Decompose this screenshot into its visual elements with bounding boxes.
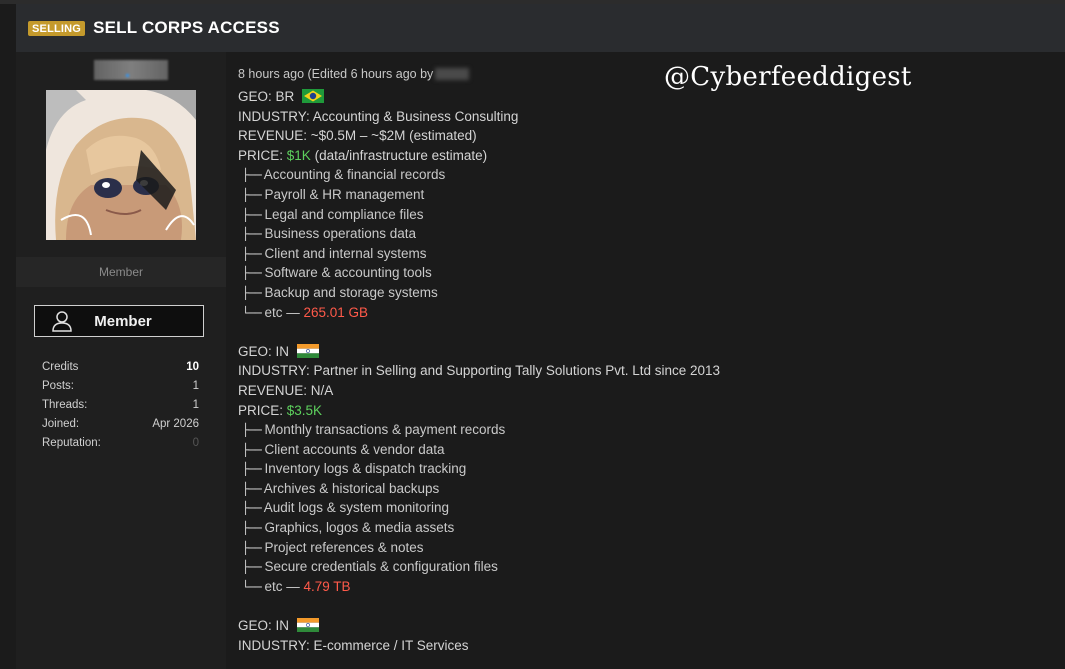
geo-text: GEO: IN [238, 618, 290, 634]
list-item: ├── Graphics, logos & media assets [242, 520, 455, 536]
list-item: ├── Business operations data [242, 226, 417, 242]
listing-price: PRICE: $3.5K [238, 401, 1058, 421]
stat-value: Apr 2026 [152, 418, 199, 431]
avatar[interactable] [46, 90, 196, 240]
user-role-bar: Member [16, 257, 226, 287]
list-item: ├── Legal and compliance files [242, 206, 424, 222]
stat-label: Posts: [42, 379, 74, 392]
post-content: 8 hours ago (Edited 6 hours ago by GEO: … [238, 60, 1058, 655]
price-value: $1K [286, 147, 311, 163]
listing-revenue: REVENUE: N/A [238, 382, 334, 398]
list-item: ├── Project references & notes [242, 539, 424, 555]
india-flag-icon [296, 343, 319, 358]
stat-threads: Threads: 1 [42, 395, 199, 414]
stat-value: 1 [192, 379, 199, 392]
listing-geo: GEO: IN [238, 342, 1058, 362]
india-flag-icon [296, 618, 319, 633]
listing-industry: INDUSTRY: Partner in Selling and Support… [238, 363, 721, 379]
list-item-etc: └── etc — 265.01 GB [242, 304, 369, 320]
editor-redacted [435, 67, 470, 80]
listing-price: PRICE: $1K (data/infrastructure estimate… [238, 146, 1058, 166]
listing-geo: GEO: IN [238, 616, 1058, 636]
list-item: ├── Audit logs & system monitoring [242, 500, 450, 516]
list-item: ├── Client accounts & vendor data [242, 441, 445, 457]
listing-industry: INDUSTRY: Accounting & Business Consulti… [238, 108, 519, 124]
prefix-badge[interactable]: SELLING [28, 20, 86, 36]
list-item: ├── Accounting & financial records [242, 167, 446, 183]
user-sidebar: Member Member Credits 10 Posts: 1 Thread… [16, 52, 226, 669]
geo-text: GEO: IN [238, 343, 290, 359]
list-item: ├── Monthly transactions & payment recor… [242, 422, 506, 438]
stat-posts: Posts: 1 [42, 376, 199, 395]
user-stats: Credits 10 Posts: 1 Threads: 1 Joined: A… [42, 357, 199, 453]
stat-joined: Joined: Apr 2026 [42, 415, 199, 434]
data-size: 265.01 GB [303, 304, 369, 320]
data-size: 4.79 TB [303, 578, 351, 594]
list-item: ├── Client and internal systems [242, 245, 427, 261]
price-value: $3.5K [286, 402, 323, 418]
stat-label: Credits [42, 360, 79, 373]
stat-credits: Credits 10 [42, 357, 199, 376]
post-meta: 8 hours ago (Edited 6 hours ago by [238, 60, 1058, 87]
stat-value: 0 [192, 437, 199, 450]
post-timestamp[interactable]: 8 hours ago (Edited 6 hours ago by [238, 67, 433, 81]
stat-label: Joined: [42, 418, 80, 431]
list-item: ├── Archives & historical backups [242, 480, 440, 496]
listing-industry: INDUSTRY: E-commerce / IT Services [238, 637, 469, 653]
username-redacted[interactable] [94, 60, 168, 80]
price-label: PRICE: [238, 402, 284, 418]
list-item: ├── Payroll & HR management [242, 186, 425, 202]
list-item: ├── Secure credentials & configuration f… [242, 559, 498, 575]
listing-geo: GEO: BR [238, 87, 1058, 107]
listing-revenue: REVENUE: ~$0.5M – ~$2M (estimated) [238, 128, 477, 144]
list-item: ├── Software & accounting tools [242, 265, 432, 281]
price-label: PRICE: [238, 147, 284, 163]
stat-label: Reputation: [42, 437, 101, 450]
member-rank-badge[interactable]: Member [34, 305, 204, 337]
member-rank-label: Member [94, 312, 152, 330]
stat-value: 1 [192, 398, 199, 411]
brazil-flag-icon [302, 89, 325, 103]
user-icon [51, 310, 73, 337]
thread-title: SELL CORPS ACCESS [93, 18, 280, 37]
list-item: ├── Backup and storage systems [242, 284, 438, 300]
stat-value: 10 [186, 360, 199, 373]
stat-reputation: Reputation: 0 [42, 434, 199, 453]
list-item: ├── Inventory logs & dispatch tracking [242, 461, 467, 477]
thread-header: SELLING SELL CORPS ACCESS [16, 4, 1065, 52]
geo-text: GEO: BR [238, 89, 295, 104]
list-item-etc: └── etc — 4.79 TB [242, 578, 351, 594]
stat-label: Threads: [42, 398, 88, 411]
price-note: (data/infrastructure estimate) [314, 147, 488, 163]
